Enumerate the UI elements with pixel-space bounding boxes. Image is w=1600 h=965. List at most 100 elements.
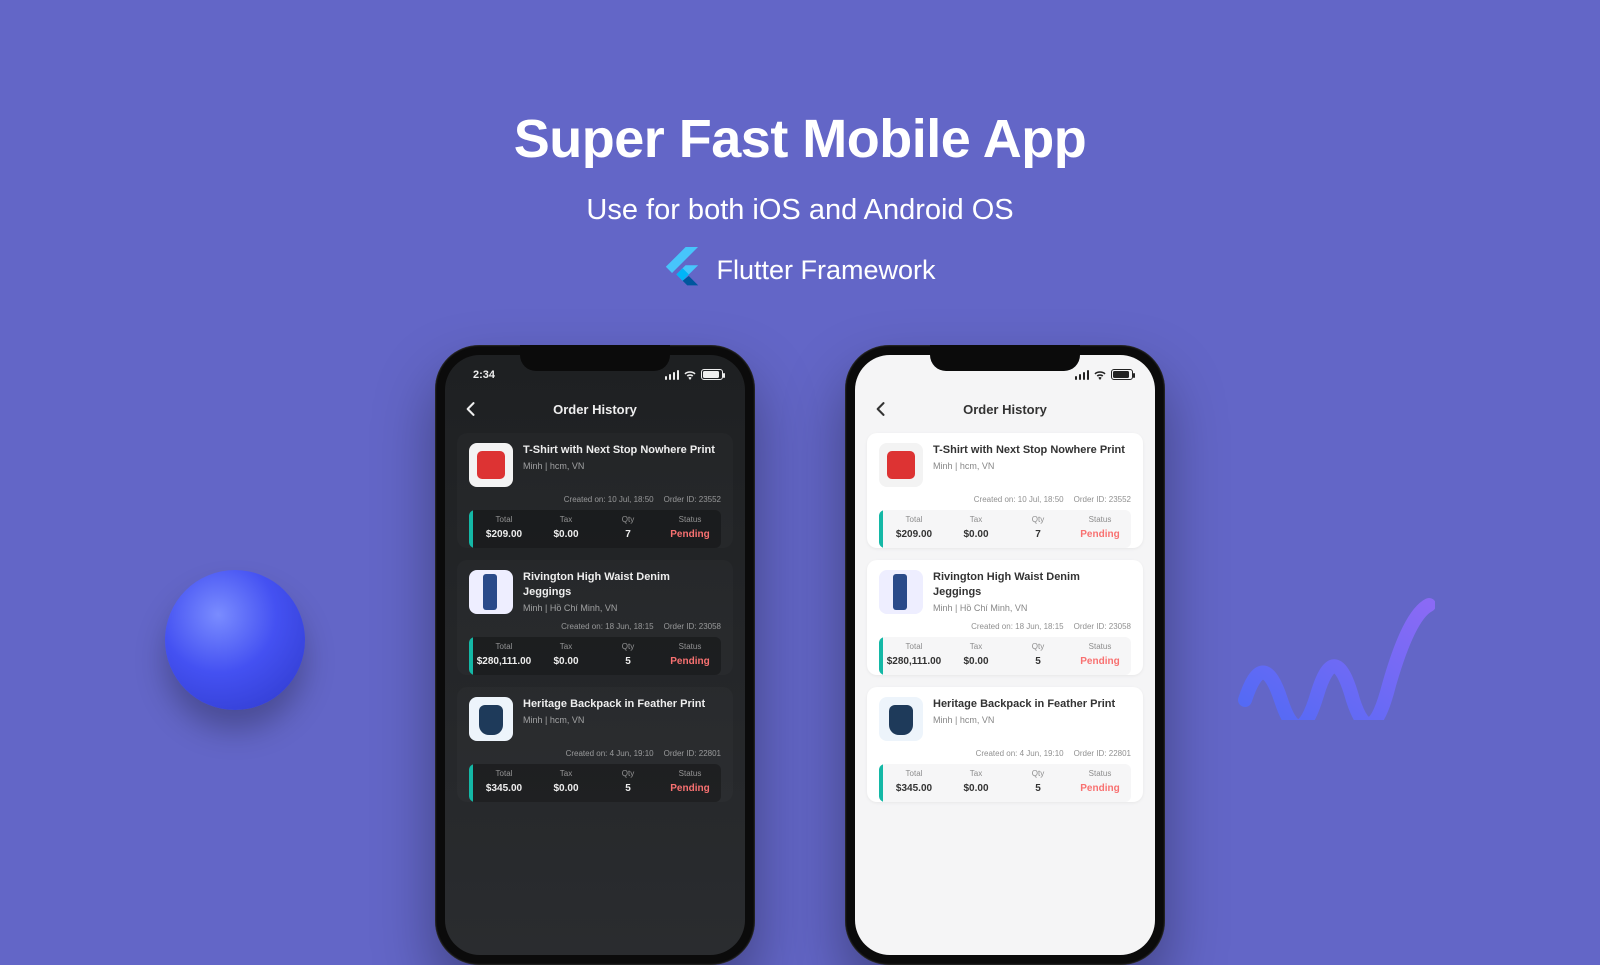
order-card[interactable]: T-Shirt with Next Stop Nowhere Print Min…	[867, 433, 1143, 548]
order-title: Heritage Backpack in Feather Print	[523, 697, 721, 712]
framework-label: Flutter Framework	[716, 255, 935, 286]
order-card[interactable]: Rivington High Waist Denim Jeggings Minh…	[457, 560, 733, 675]
order-card[interactable]: Heritage Backpack in Feather Print Minh …	[867, 687, 1143, 802]
framework-row: Flutter Framework	[664, 247, 935, 294]
stat-label: Tax	[535, 642, 597, 651]
navbar-title: Order History	[963, 402, 1047, 417]
stat-tax: Tax $0.00	[945, 510, 1007, 548]
order-meta: Created on: 18 Jun, 18:15 Order ID: 2305…	[469, 622, 721, 631]
stat-qty: Qty 5	[1007, 637, 1069, 675]
order-title: T-Shirt with Next Stop Nowhere Print	[523, 443, 721, 458]
stat-value: $0.00	[553, 529, 578, 540]
order-created: Created on: 4 Jun, 19:10	[976, 749, 1064, 758]
stat-total: Total $209.00	[473, 510, 535, 548]
stat-label: Qty	[1007, 769, 1069, 778]
stat-qty: Qty 5	[1007, 764, 1069, 802]
stat-value: $0.00	[963, 783, 988, 794]
order-subtitle: Minh | hcm, VN	[523, 715, 721, 725]
order-card[interactable]: Rivington High Waist Denim Jeggings Minh…	[867, 560, 1143, 675]
stat-qty: Qty 5	[597, 764, 659, 802]
hero-subtitle: Use for both iOS and Android OS	[0, 194, 1600, 227]
stat-total: Total $280,111.00	[883, 637, 945, 675]
order-stats: Total $209.00 Tax $0.00 Qty 7 Status Pen…	[469, 510, 721, 548]
order-subtitle: Minh | hcm, VN	[933, 461, 1131, 471]
stat-tax: Tax $0.00	[945, 637, 1007, 675]
stat-value: 5	[625, 656, 631, 667]
order-thumbnail	[879, 570, 923, 614]
wifi-icon	[683, 370, 697, 380]
order-subtitle: Minh | hcm, VN	[933, 715, 1131, 725]
stat-label: Status	[1069, 769, 1131, 778]
stat-label: Qty	[597, 769, 659, 778]
order-id: Order ID: 23552	[1074, 495, 1131, 504]
order-id: Order ID: 23058	[664, 622, 721, 631]
order-card[interactable]: T-Shirt with Next Stop Nowhere Print Min…	[457, 433, 733, 548]
stat-label: Total	[473, 642, 535, 651]
status-badge: Pending	[1080, 783, 1119, 794]
phone-light: Order History T-Shirt with Next Stop Now…	[845, 345, 1165, 965]
order-title: T-Shirt with Next Stop Nowhere Print	[933, 443, 1131, 458]
stat-value: $0.00	[553, 783, 578, 794]
stat-label: Tax	[945, 515, 1007, 524]
battery-icon	[1111, 369, 1133, 380]
navbar-title: Order History	[553, 402, 637, 417]
navbar: Order History	[855, 393, 1155, 425]
order-stats: Total $209.00 Tax $0.00 Qty 7 Status Pen…	[879, 510, 1131, 548]
order-created: Created on: 18 Jun, 18:15	[561, 622, 654, 631]
status-time: 2:34	[473, 369, 495, 381]
order-stats: Total $345.00 Tax $0.00 Qty 5 Status Pen…	[469, 764, 721, 802]
order-thumbnail	[879, 443, 923, 487]
stat-value: 5	[1035, 783, 1041, 794]
stat-label: Tax	[945, 642, 1007, 651]
stat-label: Status	[659, 769, 721, 778]
stat-value: $209.00	[486, 529, 522, 540]
stat-value: $345.00	[486, 783, 522, 794]
order-card[interactable]: Heritage Backpack in Feather Print Minh …	[457, 687, 733, 802]
order-title: Rivington High Waist Denim Jeggings	[933, 570, 1131, 600]
stat-label: Status	[1069, 515, 1131, 524]
stat-label: Total	[883, 515, 945, 524]
stat-total: Total $345.00	[473, 764, 535, 802]
order-subtitle: Minh | Hồ Chí Minh, VN	[523, 603, 721, 613]
stat-label: Status	[1069, 642, 1131, 651]
order-subtitle: Minh | Hồ Chí Minh, VN	[933, 603, 1131, 613]
stat-label: Tax	[945, 769, 1007, 778]
stat-tax: Tax $0.00	[535, 637, 597, 675]
stat-tax: Tax $0.00	[535, 764, 597, 802]
stat-value: $209.00	[896, 529, 932, 540]
stat-label: Total	[883, 642, 945, 651]
order-meta: Created on: 18 Jun, 18:15 Order ID: 2305…	[879, 622, 1131, 631]
back-icon[interactable]	[461, 399, 481, 419]
order-created: Created on: 10 Jul, 18:50	[564, 495, 654, 504]
signal-icon	[665, 370, 680, 380]
stat-label: Qty	[1007, 642, 1069, 651]
order-thumbnail	[469, 443, 513, 487]
phone-notch	[520, 345, 670, 371]
status-badge: Pending	[670, 783, 709, 794]
order-id: Order ID: 23552	[664, 495, 721, 504]
order-stats: Total $345.00 Tax $0.00 Qty 5 Status Pen…	[879, 764, 1131, 802]
status-badge: Pending	[1080, 529, 1119, 540]
back-icon[interactable]	[871, 399, 891, 419]
status-badge: Pending	[1080, 656, 1119, 667]
flutter-icon	[664, 247, 700, 294]
stat-label: Tax	[535, 515, 597, 524]
stat-tax: Tax $0.00	[945, 764, 1007, 802]
battery-icon	[701, 369, 723, 380]
stat-qty: Qty 5	[597, 637, 659, 675]
order-meta: Created on: 10 Jul, 18:50 Order ID: 2355…	[879, 495, 1131, 504]
order-thumbnail	[469, 570, 513, 614]
wifi-icon	[1093, 370, 1107, 380]
order-title: Heritage Backpack in Feather Print	[933, 697, 1131, 712]
stat-qty: Qty 7	[597, 510, 659, 548]
phone-notch	[930, 345, 1080, 371]
stat-label: Total	[473, 769, 535, 778]
stat-label: Qty	[1007, 515, 1069, 524]
stat-total: Total $209.00	[883, 510, 945, 548]
order-id: Order ID: 22801	[664, 749, 721, 758]
stat-qty: Qty 7	[1007, 510, 1069, 548]
stat-status: Status Pending	[659, 637, 721, 675]
stat-tax: Tax $0.00	[535, 510, 597, 548]
order-title: Rivington High Waist Denim Jeggings	[523, 570, 721, 600]
order-created: Created on: 10 Jul, 18:50	[974, 495, 1064, 504]
